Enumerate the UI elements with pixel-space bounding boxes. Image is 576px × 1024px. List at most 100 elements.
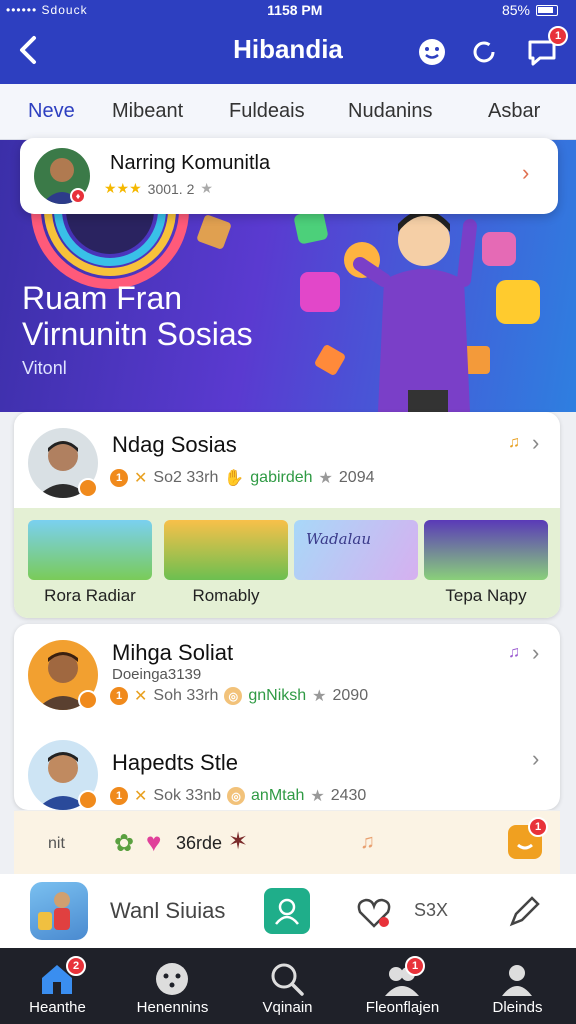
hero-subtitle: Vitonl xyxy=(22,358,67,378)
chevron-right-icon[interactable]: › xyxy=(532,430,539,456)
meta-members: Soh 33rh xyxy=(153,687,219,704)
like-button[interactable] xyxy=(354,892,394,932)
nav-friends-label: Henennins xyxy=(136,999,209,1016)
quick-actions-row: Wanl Siuias S3X xyxy=(0,874,576,948)
media-thumbnail-3[interactable]: Wadalau xyxy=(294,520,418,580)
carrier-text: •••••• Sdouck xyxy=(6,3,88,17)
clock: 1158 PM xyxy=(267,2,323,18)
chevron-right-icon[interactable]: › xyxy=(532,640,539,666)
hero-title-line2: Virnunitn Sosias xyxy=(22,316,253,352)
status-bar: •••••• Sdouck 1158 PM 85% xyxy=(0,0,576,20)
tab-nudanins[interactable]: Nudanins xyxy=(348,100,433,123)
community-name: Hapedts Stle xyxy=(112,750,238,775)
meta-tag: gnNiksh xyxy=(248,687,307,704)
smiley-icon xyxy=(419,39,445,65)
sparkle-icon: ✕ xyxy=(134,470,148,487)
star-icon: ★ xyxy=(312,688,327,705)
reaction-left-label[interactable]: nit xyxy=(48,835,65,853)
coin-icon: ◎ xyxy=(224,687,243,705)
avatar-badge xyxy=(78,478,98,498)
nav-notifications-badge: 1 xyxy=(405,956,425,976)
gift-icon[interactable]: ✿ xyxy=(114,829,134,858)
community-name: Mihga Soliat xyxy=(112,640,234,665)
thumbnail-label-1: Rora Radiar xyxy=(44,586,136,605)
star-icon: ★★★ xyxy=(104,180,142,196)
nav-profile-label: Dleinds xyxy=(492,999,543,1016)
nav-notifications[interactable]: 1 Fleonflajen xyxy=(345,948,460,1024)
battery-icon xyxy=(536,4,558,16)
media-thumbnail-2[interactable] xyxy=(164,520,288,580)
category-tabs: Neve Mibeant Fuldeais Nudanins Asbar xyxy=(0,84,576,140)
coin-icon: 1 xyxy=(110,469,128,487)
community-thumb[interactable] xyxy=(30,882,88,940)
heart-icon[interactable]: ♥ xyxy=(146,827,161,858)
community-meta: 1 ✕ So2 33rh ✋ gabirdeh ★ 2094 xyxy=(110,468,374,488)
coin-icon: 1 xyxy=(110,687,128,705)
media-thumbnail-4[interactable] xyxy=(424,520,548,580)
tab-neve[interactable]: Neve xyxy=(28,100,75,123)
messages-button[interactable]: 1 xyxy=(522,26,568,72)
meta-members: So2 33rh xyxy=(153,469,219,486)
pen-icon xyxy=(509,896,540,927)
battery-percent: 85% xyxy=(501,2,530,18)
reaction-bar: nit ✿ ♥ 36rde ✶ ♫ 1 xyxy=(14,810,560,874)
face-icon xyxy=(156,963,188,995)
thumbnail-label-2: Romably xyxy=(192,586,260,605)
nav-home-label: Heanthe xyxy=(29,999,86,1016)
sparkle-icon: ✕ xyxy=(134,688,148,705)
notification-title: Narring Komunitla xyxy=(110,152,271,174)
nav-friends[interactable]: Henennins xyxy=(115,948,230,1024)
meta-tag: anMtah xyxy=(251,787,305,804)
list-item[interactable]: Hapedts Stle 1 ✕ Sok 33nb ◎ anMtah ★ 243… xyxy=(14,732,560,810)
user-icon xyxy=(275,898,299,925)
meta-tag: gabirdeh xyxy=(250,469,313,486)
star-icon: ★ xyxy=(318,470,333,487)
sparkle-icon: ✕ xyxy=(134,788,148,805)
list-item[interactable]: Mihga Soliat Doeinga3139 1 ✕ Soh 33rh ◎ … xyxy=(14,624,560,728)
notification-card[interactable]: ♦ Narring Komunitla ★★★ 3001. 2 ★ › xyxy=(20,138,558,214)
battery-group: 85% xyxy=(502,2,558,18)
nav-home[interactable]: 2 Heanthe xyxy=(0,948,115,1024)
dismiss-button[interactable]: › xyxy=(522,160,529,186)
community-list: Mihga Soliat Doeinga3139 1 ✕ Soh 33rh ◎ … xyxy=(14,624,560,810)
character-icon xyxy=(38,892,70,930)
meta-score: 2430 xyxy=(330,787,367,804)
music-icon[interactable]: ♫ xyxy=(360,831,375,854)
music-icon: ♫ xyxy=(508,644,520,661)
thumbnail-text: Wadalau xyxy=(306,530,372,548)
tab-mibeant[interactable]: Mibeant xyxy=(112,100,183,123)
community-name: Ndag Sosias xyxy=(112,432,237,457)
search-icon xyxy=(271,963,304,996)
media-thumbnail-1[interactable] xyxy=(28,520,152,580)
emoji-button[interactable] xyxy=(412,32,452,72)
tab-fuldeais[interactable]: Fuldeais xyxy=(229,100,305,123)
reaction-label: 36rde xyxy=(176,833,223,853)
chat-button[interactable]: 1 xyxy=(508,817,548,859)
bottom-navigation: 2 Heanthe Henennins Vqinain 1 Fleonflaje… xyxy=(0,948,576,1024)
tab-asbar[interactable]: Asbar xyxy=(488,100,540,123)
star-outline-icon: ★ xyxy=(200,180,213,196)
featured-community-card[interactable]: Ndag Sosias 1 ✕ So2 33rh ✋ gabirdeh ★ 20… xyxy=(14,412,560,618)
rating-row: ★★★ 3001. 2 ★ xyxy=(104,180,213,197)
hero-title: Ruam Fran Virnunitn Sosias xyxy=(22,280,253,352)
rating-value: 3001. 2 xyxy=(147,180,195,197)
refresh-icon xyxy=(473,41,495,63)
sparkle-icon[interactable]: ✶ xyxy=(228,827,248,856)
meta-score: 2090 xyxy=(332,687,369,704)
chevron-right-icon[interactable]: › xyxy=(532,746,539,772)
profile-button[interactable] xyxy=(264,888,310,934)
share-count: S3X xyxy=(414,900,449,920)
coin-icon: ◎ xyxy=(227,787,246,805)
nav-profile[interactable]: Dleinds xyxy=(460,948,575,1024)
community-meta: 1 ✕ Sok 33nb ◎ anMtah ★ 2430 xyxy=(110,786,366,806)
thumbnail-label-4: Tepa Napy xyxy=(445,586,527,605)
app-bar: Hibandia 1 xyxy=(0,20,576,84)
nav-search[interactable]: Vqinain xyxy=(230,948,345,1024)
quick-label[interactable]: Wanl Siuias xyxy=(110,898,225,924)
refresh-button[interactable] xyxy=(464,32,504,72)
community-meta: 1 ✕ Soh 33rh ◎ gnNiksh ★ 2090 xyxy=(110,686,368,706)
user-icon xyxy=(502,965,532,996)
edit-button[interactable] xyxy=(504,892,544,932)
nav-home-badge: 2 xyxy=(66,956,86,976)
hand-icon: ✋ xyxy=(224,470,245,487)
